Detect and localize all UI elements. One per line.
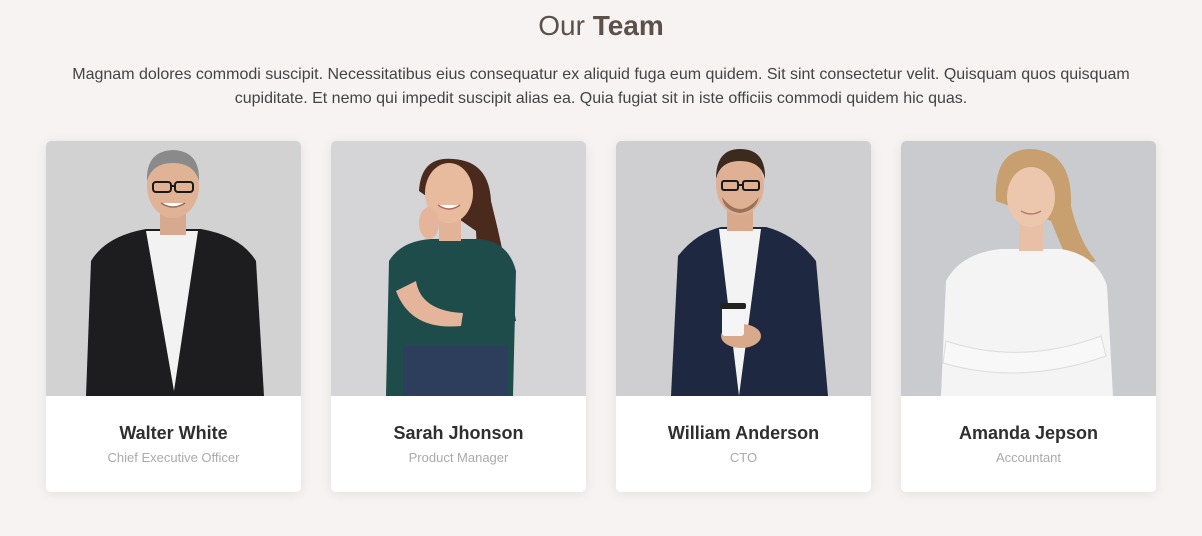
team-grid: Walter White Chief Executive Officer Sar… (46, 141, 1156, 492)
team-section: Our Team Magnam dolores commodi suscipit… (0, 0, 1202, 536)
member-role: Accountant (995, 450, 1062, 465)
member-role: Chief Executive Officer (107, 450, 240, 465)
member-name: Walter White (119, 423, 228, 443)
section-title-strong: Team (592, 10, 664, 41)
member-name: Sarah Jhonson (393, 423, 524, 443)
member-name: William Anderson (667, 423, 820, 443)
team-member-card[interactable]: Walter White Chief Executive Officer (46, 141, 301, 492)
member-photo (46, 141, 301, 396)
member-info: Sarah Jhonson Product Manager (331, 396, 586, 492)
member-name: Amanda Jepson (958, 423, 1099, 443)
team-member-card[interactable]: Sarah Jhonson Product Manager (331, 141, 586, 492)
portrait-man-gray-hair-icon (46, 141, 301, 396)
member-info: Amanda Jepson Accountant (901, 396, 1156, 492)
team-member-card[interactable]: William Anderson CTO (616, 141, 871, 492)
member-info: William Anderson CTO (616, 396, 871, 492)
portrait-woman-green-top-icon (331, 141, 586, 396)
member-photo (901, 141, 1156, 396)
section-description: Magnam dolores commodi suscipit. Necessi… (72, 66, 1130, 107)
member-photo (331, 141, 586, 396)
portrait-man-navy-blazer-icon (616, 141, 871, 396)
team-member-card[interactable]: Amanda Jepson Accountant (901, 141, 1156, 492)
member-role: Product Manager (408, 450, 509, 465)
member-photo (616, 141, 871, 396)
section-title: Our Team (0, 8, 1202, 44)
member-role: CTO (729, 450, 758, 465)
section-title-light: Our (538, 10, 585, 41)
member-info: Walter White Chief Executive Officer (46, 396, 301, 492)
portrait-woman-white-blouse-icon (901, 141, 1156, 396)
